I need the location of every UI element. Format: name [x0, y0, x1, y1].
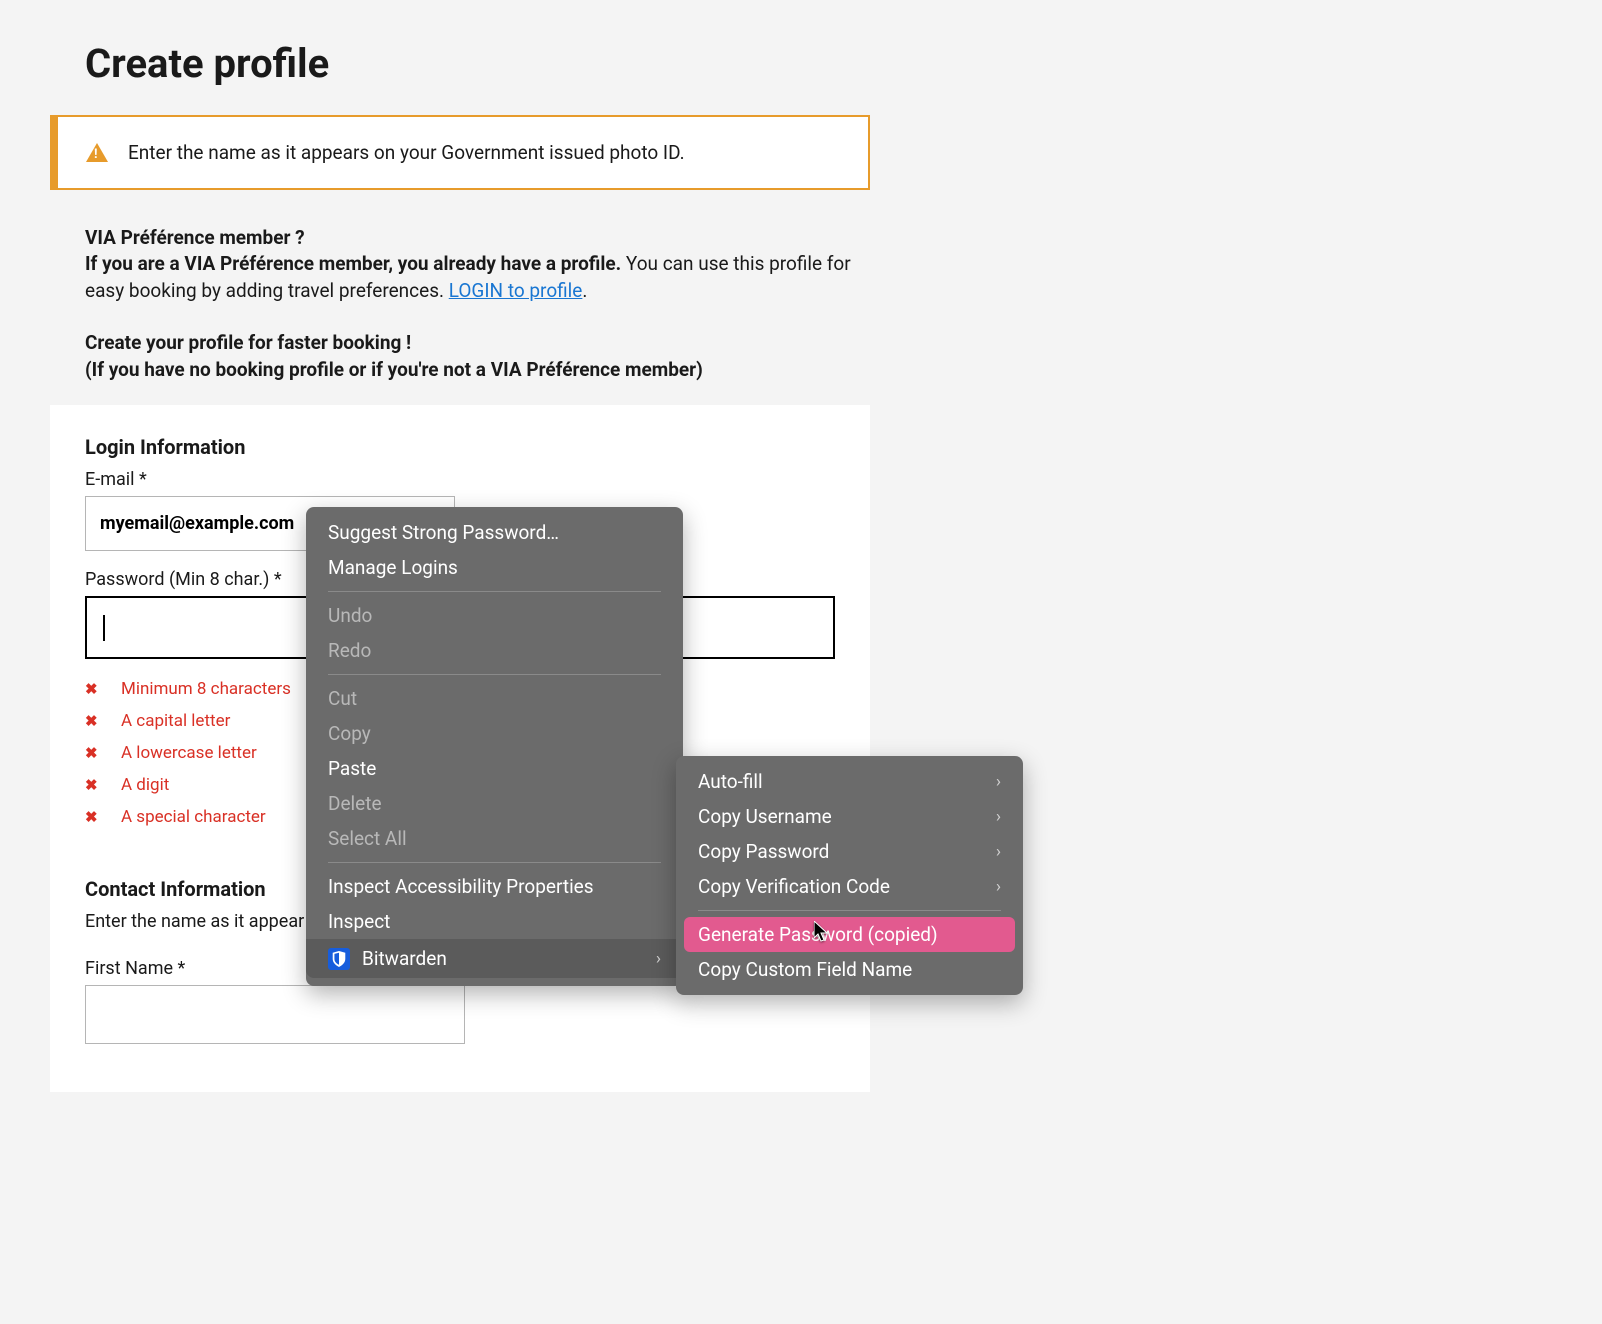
member-bold: If you are a VIA Préférence member, you … [85, 252, 621, 275]
submenu-copy-verification[interactable]: Copy Verification Code› [676, 869, 1023, 904]
alert-text: Enter the name as it appears on your Gov… [128, 141, 685, 164]
menu-divider [698, 910, 1001, 911]
menu-suggest-password[interactable]: Suggest Strong Password… [306, 515, 683, 550]
email-label: E-mail * [85, 469, 835, 490]
rule-text: A capital letter [121, 711, 230, 731]
menu-redo[interactable]: Redo [306, 633, 683, 668]
menu-undo[interactable]: Undo [306, 598, 683, 633]
bitwarden-icon [328, 948, 350, 970]
menu-cut[interactable]: Cut [306, 681, 683, 716]
x-icon: ✖ [85, 712, 99, 730]
chevron-right-icon: › [656, 949, 661, 969]
menu-paste[interactable]: Paste [306, 751, 683, 786]
alert-banner: Enter the name as it appears on your Gov… [50, 115, 870, 190]
submenu-autofill[interactable]: Auto-fill› [676, 764, 1023, 799]
menu-delete[interactable]: Delete [306, 786, 683, 821]
submenu-copy-custom-field[interactable]: Copy Custom Field Name [676, 952, 1023, 987]
menu-inspect-a11y[interactable]: Inspect Accessibility Properties [306, 869, 683, 904]
chevron-right-icon: › [996, 772, 1001, 792]
page-title: Create profile [85, 40, 1552, 87]
text-cursor [103, 615, 105, 641]
chevron-right-icon: › [996, 877, 1001, 897]
rule-text: Minimum 8 characters [121, 679, 291, 699]
x-icon: ✖ [85, 776, 99, 794]
menu-divider [328, 674, 661, 675]
rule-text: A digit [121, 775, 169, 795]
x-icon: ✖ [85, 744, 99, 762]
create-line2: (If you have no booking profile or if yo… [85, 357, 1552, 384]
submenu-copy-username[interactable]: Copy Username› [676, 799, 1023, 834]
chevron-right-icon: › [996, 807, 1001, 827]
intro-create-block: Create your profile for faster booking !… [85, 330, 1552, 383]
bitwarden-submenu[interactable]: Auto-fill› Copy Username› Copy Password›… [676, 756, 1023, 995]
rule-text: A special character [121, 807, 266, 827]
bitwarden-label: Bitwarden [362, 947, 447, 970]
menu-inspect[interactable]: Inspect [306, 904, 683, 939]
x-icon: ✖ [85, 680, 99, 698]
chevron-right-icon: › [996, 842, 1001, 862]
x-icon: ✖ [85, 808, 99, 826]
intro-member-block: VIA Préférence member ? If you are a VIA… [85, 226, 865, 304]
menu-divider [328, 591, 661, 592]
member-info: If you are a VIA Préférence member, you … [85, 251, 865, 304]
menu-divider [328, 862, 661, 863]
member-period: . [582, 279, 587, 302]
login-info-heading: Login Information [85, 435, 835, 459]
warning-icon [86, 143, 108, 162]
first-name-input[interactable] [85, 985, 465, 1044]
login-to-profile-link[interactable]: LOGIN to profile [449, 279, 583, 302]
menu-select-all[interactable]: Select All [306, 821, 683, 856]
create-line1: Create your profile for faster booking ! [85, 330, 1552, 357]
context-menu[interactable]: Suggest Strong Password… Manage Logins U… [306, 507, 683, 986]
menu-bitwarden[interactable]: Bitwarden › [306, 939, 683, 978]
submenu-generate-password[interactable]: Generate Password (copied) [684, 917, 1015, 952]
submenu-copy-password[interactable]: Copy Password› [676, 834, 1023, 869]
menu-copy[interactable]: Copy [306, 716, 683, 751]
member-question: VIA Préférence member ? [85, 226, 865, 249]
menu-manage-logins[interactable]: Manage Logins [306, 550, 683, 585]
rule-text: A lowercase letter [121, 743, 257, 763]
